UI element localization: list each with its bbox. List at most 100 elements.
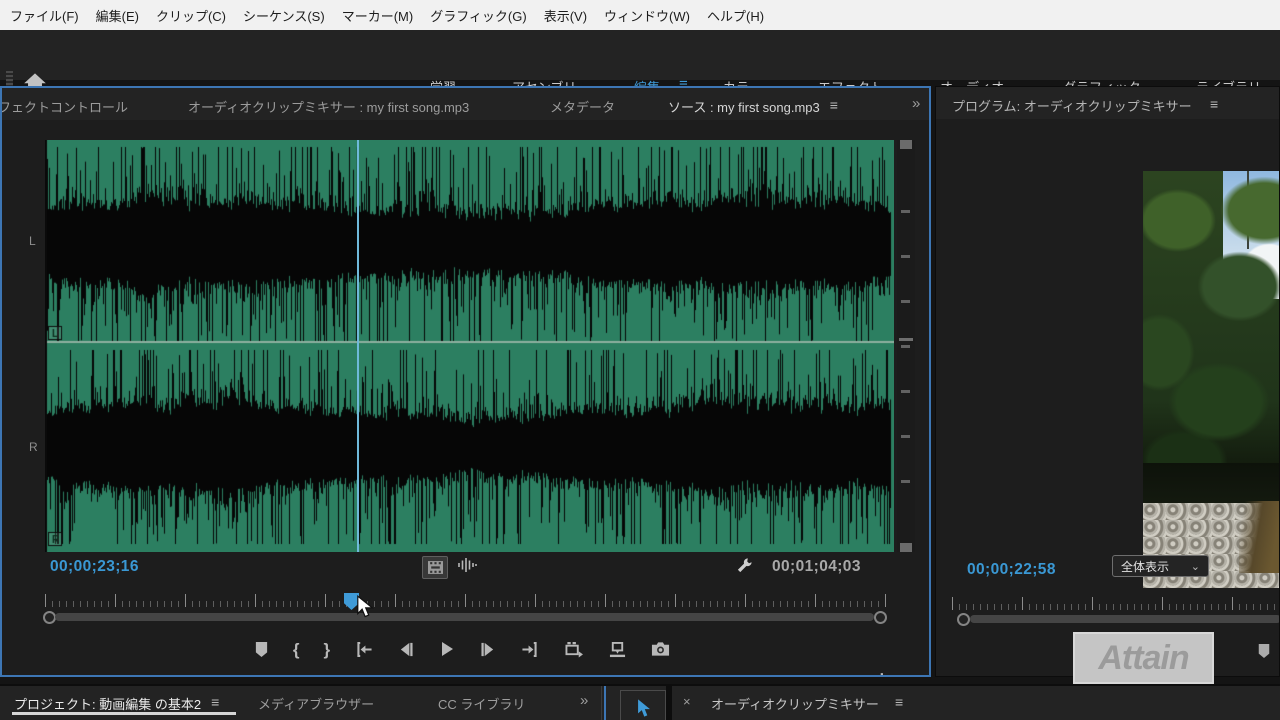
mouse-cursor [356, 595, 374, 619]
button-editor-plus[interactable]: + [876, 668, 888, 677]
export-frame-button[interactable] [651, 641, 670, 657]
tab-program[interactable]: プログラム: オーディオクリップミキサー [952, 96, 1192, 115]
source-monitor-panel: エフェクトコントロール オーディオクリップミキサー : my first son… [0, 86, 931, 677]
attain-watermark: Attain [1073, 632, 1214, 684]
channel-right-label: R [29, 440, 38, 454]
workspace-toolbar: 学習 アセンブリ 編集 ≡ カラー エフェクト オーディオ グラフィック ライブ… [0, 30, 1280, 80]
transport-controls: { } [32, 632, 892, 666]
panel-divider [601, 686, 602, 720]
marker-icon [1257, 643, 1271, 659]
vertical-scroll-handle-bottom[interactable] [900, 543, 912, 552]
mixer-panel-tabbar: × オーディオクリップミキサー ≡ [672, 686, 1280, 720]
menu-sequence[interactable]: シーケンス(S) [243, 6, 325, 25]
drag-audio-button[interactable] [456, 557, 478, 573]
filmstrip-icon [428, 561, 443, 574]
insert-button[interactable] [564, 641, 584, 658]
program-monitor-panel: プログラム: オーディオクリップミキサー ≡ 00;00;22;58 全体表示 … [935, 86, 1280, 677]
vertical-scroll-handle-top[interactable] [900, 140, 912, 149]
tab-cc-libraries[interactable]: CC ライブラリ [438, 694, 525, 713]
attain-watermark-text: Attain [1098, 639, 1188, 678]
program-add-marker-button[interactable] [1257, 643, 1271, 659]
menu-graphics[interactable]: グラフィック(G) [430, 6, 527, 25]
go-to-in-icon [354, 641, 374, 658]
premiere-window: ファイル(F) 編集(E) クリップ(C) シーケンス(S) マーカー(M) グ… [0, 0, 1280, 720]
video-river-water [1239, 501, 1280, 573]
step-back-button[interactable] [398, 641, 415, 658]
audio-waveform-icon [456, 557, 478, 573]
waveform-playhead[interactable] [357, 140, 359, 552]
program-scrollbar[interactable] [970, 615, 1280, 623]
menu-help[interactable]: ヘルプ(H) [707, 6, 764, 25]
menu-view[interactable]: 表示(V) [544, 6, 587, 25]
tab-audio-clip-mixer[interactable]: オーディオクリップミキサー : my first song.mp3 [188, 97, 469, 116]
channel-left-label: L [29, 234, 36, 248]
step-back-icon [398, 641, 415, 658]
source-monitor-content: L R 00;00;23;16 [2, 120, 929, 675]
menu-edit[interactable]: 編集(E) [96, 6, 139, 25]
program-scrollbar-handle[interactable] [957, 613, 970, 626]
zoom-level-value: 全体表示 [1121, 558, 1169, 575]
tools-panel-focus-border [604, 686, 606, 720]
bottom-tab-overflow-icon[interactable]: » [580, 692, 588, 709]
program-monitor-content: 00;00;22;58 全体表示 ⌄ [936, 119, 1279, 676]
project-panel-menu-icon[interactable]: ≡ [211, 694, 219, 713]
overwrite-button[interactable] [608, 641, 627, 658]
camera-icon [651, 641, 670, 657]
wrench-icon [736, 557, 753, 574]
source-duration-timecode: 00;01;04;03 [772, 558, 861, 576]
play-button[interactable] [439, 640, 455, 658]
tab-audio-clip-mixer-bottom[interactable]: オーディオクリップミキサー [711, 694, 879, 713]
source-time-ruler[interactable] [45, 592, 891, 607]
selection-tool-button[interactable] [637, 699, 650, 720]
menu-bar: ファイル(F) 編集(E) クリップ(C) シーケンス(S) マーカー(M) グ… [0, 0, 1280, 30]
zoom-scrollbar[interactable] [55, 613, 874, 621]
waveform-display[interactable] [45, 140, 894, 552]
step-forward-icon [479, 641, 496, 658]
project-panel-tabbar: プロジェクト: 動画編集 の基本2 ≡ メディアブラウザー CC ライブラリ » [0, 686, 666, 720]
program-current-timecode[interactable]: 00;00;22;58 [967, 561, 1056, 579]
play-icon [439, 640, 455, 658]
selection-tool-icon [637, 699, 650, 717]
tab-media-browser[interactable]: メディアブラウザー [258, 694, 374, 713]
add-marker-button[interactable] [254, 641, 269, 658]
mark-in-button[interactable]: { [293, 641, 300, 658]
tab-effect-controls[interactable]: エフェクトコントロール [0, 97, 128, 116]
zoom-level-dropdown[interactable]: 全体表示 ⌄ [1112, 555, 1209, 577]
bottom-panel-bar: プロジェクト: 動画編集 の基本2 ≡ メディアブラウザー CC ライブラリ »… [0, 684, 1280, 720]
tab-project-active[interactable]: プロジェクト: 動画編集 の基本2 ≡ [14, 694, 219, 713]
tab-source-label: ソース : my first song.mp3 [668, 97, 820, 116]
mixer-tab-close-icon[interactable]: × [683, 694, 691, 709]
program-video-preview[interactable] [1143, 171, 1280, 588]
marker-icon [254, 641, 269, 658]
menu-marker[interactable]: マーカー(M) [342, 6, 414, 25]
menu-clip[interactable]: クリップ(C) [156, 6, 226, 25]
zoom-scrollbar-right-handle[interactable] [874, 611, 887, 624]
mark-out-button[interactable]: } [324, 641, 331, 658]
menu-window[interactable]: ウィンドウ(W) [604, 6, 690, 25]
source-current-timecode[interactable]: 00;00;23;16 [50, 558, 139, 576]
chevron-down-icon: ⌄ [1191, 560, 1200, 573]
menu-file[interactable]: ファイル(F) [10, 6, 79, 25]
tab-project-label: プロジェクト: 動画編集 の基本2 [14, 694, 201, 713]
tab-metadata[interactable]: メタデータ [550, 97, 615, 116]
go-to-out-icon [520, 641, 540, 658]
go-to-in-button[interactable] [354, 641, 374, 658]
vertical-scale-zero-tick [899, 338, 913, 341]
waveform-canvas [45, 140, 894, 552]
mixer-panel-menu-icon[interactable]: ≡ [895, 694, 903, 710]
drag-video-button[interactable] [422, 556, 448, 579]
go-to-out-button[interactable] [520, 641, 540, 658]
overwrite-icon [608, 641, 627, 658]
video-trees [1143, 171, 1280, 501]
settings-wrench-button[interactable] [736, 557, 753, 574]
program-panel-menu-icon[interactable]: ≡ [1210, 96, 1218, 112]
program-time-ruler[interactable] [952, 595, 1280, 610]
tools-panel [620, 690, 666, 720]
insert-icon [564, 641, 584, 658]
waveform-vertical-scale[interactable] [897, 140, 915, 552]
step-forward-button[interactable] [479, 641, 496, 658]
tab-overflow-icon[interactable]: » [912, 95, 920, 112]
vertical-scale-ticks [901, 168, 910, 524]
source-panel-menu-icon[interactable]: ≡ [830, 97, 838, 113]
project-tab-underline [12, 712, 236, 715]
